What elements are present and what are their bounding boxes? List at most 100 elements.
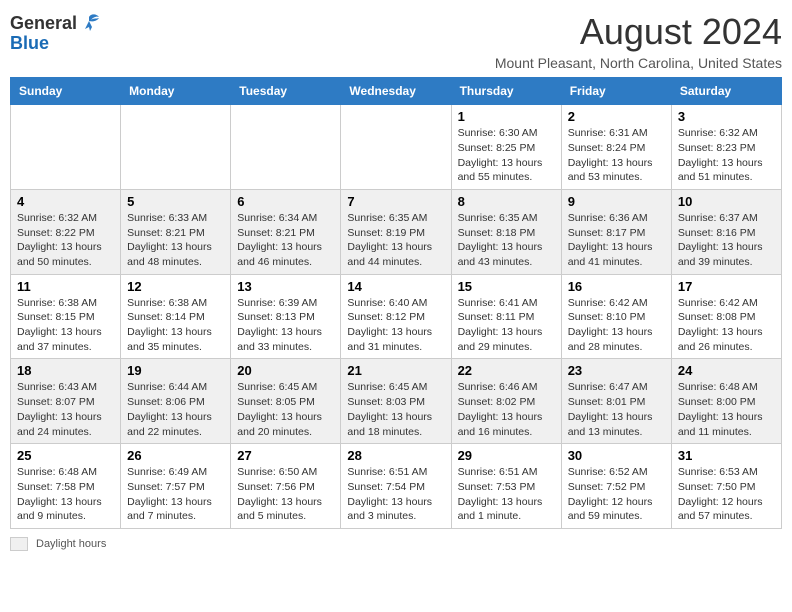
day-info-7: Sunrise: 6:35 AM Sunset: 8:19 PM Dayligh… [347,211,444,270]
day-number-14: 14 [347,279,444,294]
table-row: 5 Sunrise: 6:33 AM Sunset: 8:21 PM Daylig… [121,189,231,274]
day-info-1: Sunrise: 6:30 AM Sunset: 8:25 PM Dayligh… [458,126,555,185]
day-number-20: 20 [237,363,334,378]
day-number-11: 11 [17,279,114,294]
day-info-14: Sunrise: 6:40 AM Sunset: 8:12 PM Dayligh… [347,296,444,355]
day-info-24: Sunrise: 6:48 AM Sunset: 8:00 PM Dayligh… [678,380,775,439]
table-row: 1 Sunrise: 6:30 AM Sunset: 8:25 PM Daylig… [451,105,561,190]
calendar-table: Sunday Monday Tuesday Wednesday Thursday… [10,77,782,529]
day-number-8: 8 [458,194,555,209]
table-row: 24 Sunrise: 6:48 AM Sunset: 8:00 PM Dayli… [671,359,781,444]
day-info-12: Sunrise: 6:38 AM Sunset: 8:14 PM Dayligh… [127,296,224,355]
day-info-28: Sunrise: 6:51 AM Sunset: 7:54 PM Dayligh… [347,465,444,524]
table-row [341,105,451,190]
calendar-footer: Daylight hours [10,537,782,551]
day-number-6: 6 [237,194,334,209]
day-info-4: Sunrise: 6:32 AM Sunset: 8:22 PM Dayligh… [17,211,114,270]
day-info-27: Sunrise: 6:50 AM Sunset: 7:56 PM Dayligh… [237,465,334,524]
table-row [231,105,341,190]
month-title: August 2024 [495,10,782,53]
calendar-week-1: 1 Sunrise: 6:30 AM Sunset: 8:25 PM Daylig… [11,105,782,190]
table-row: 13 Sunrise: 6:39 AM Sunset: 8:13 PM Dayli… [231,274,341,359]
table-row: 10 Sunrise: 6:37 AM Sunset: 8:16 PM Dayli… [671,189,781,274]
day-number-24: 24 [678,363,775,378]
calendar-week-2: 4 Sunrise: 6:32 AM Sunset: 8:22 PM Daylig… [11,189,782,274]
day-info-3: Sunrise: 6:32 AM Sunset: 8:23 PM Dayligh… [678,126,775,185]
day-info-22: Sunrise: 6:46 AM Sunset: 8:02 PM Dayligh… [458,380,555,439]
table-row: 23 Sunrise: 6:47 AM Sunset: 8:01 PM Dayli… [561,359,671,444]
day-info-19: Sunrise: 6:44 AM Sunset: 8:06 PM Dayligh… [127,380,224,439]
table-row: 25 Sunrise: 6:48 AM Sunset: 7:58 PM Dayli… [11,444,121,529]
location-subtitle: Mount Pleasant, North Carolina, United S… [495,55,782,71]
logo-blue-text: Blue [10,34,49,54]
day-info-26: Sunrise: 6:49 AM Sunset: 7:57 PM Dayligh… [127,465,224,524]
table-row: 22Sunrise: 6:46 AM Sunset: 8:02 PM Dayli… [451,359,561,444]
day-info-23: Sunrise: 6:47 AM Sunset: 8:01 PM Dayligh… [568,380,665,439]
day-number-15: 15 [458,279,555,294]
table-row [121,105,231,190]
day-number-13: 13 [237,279,334,294]
table-row: 31 Sunrise: 6:53 AM Sunset: 7:50 PM Dayli… [671,444,781,529]
day-number-23: 23 [568,363,665,378]
day-number-21: 21 [347,363,444,378]
day-number-2: 2 [568,109,665,124]
title-section: August 2024 Mount Pleasant, North Caroli… [495,10,782,71]
day-info-16: Sunrise: 6:42 AM Sunset: 8:10 PM Dayligh… [568,296,665,355]
day-number-1: 1 [458,109,555,124]
day-number-9: 9 [568,194,665,209]
day-number-27: 27 [237,448,334,463]
day-number-31: 31 [678,448,775,463]
day-info-11: Sunrise: 6:38 AM Sunset: 8:15 PM Dayligh… [17,296,114,355]
logo-bird-icon [79,13,101,33]
day-number-16: 16 [568,279,665,294]
table-row: 18Sunrise: 6:43 AM Sunset: 8:07 PM Dayli… [11,359,121,444]
col-wednesday: Wednesday [341,78,451,105]
day-number-7: 7 [347,194,444,209]
day-info-5: Sunrise: 6:33 AM Sunset: 8:21 PM Dayligh… [127,211,224,270]
day-info-18: Sunrise: 6:43 AM Sunset: 8:07 PM Dayligh… [17,380,114,439]
table-row: 19 Sunrise: 6:44 AM Sunset: 8:06 PM Dayli… [121,359,231,444]
col-friday: Friday [561,78,671,105]
table-row: 3 Sunrise: 6:32 AM Sunset: 8:23 PM Daylig… [671,105,781,190]
table-row: 21 Sunrise: 6:45 AM Sunset: 8:03 PM Dayli… [341,359,451,444]
col-sunday: Sunday [11,78,121,105]
day-number-25: 25 [17,448,114,463]
day-number-12: 12 [127,279,224,294]
day-info-29: Sunrise: 6:51 AM Sunset: 7:53 PM Dayligh… [458,465,555,524]
table-row: 8Sunrise: 6:35 AM Sunset: 8:18 PM Daylig… [451,189,561,274]
day-info-10: Sunrise: 6:37 AM Sunset: 8:16 PM Dayligh… [678,211,775,270]
day-number-10: 10 [678,194,775,209]
day-info-6: Sunrise: 6:34 AM Sunset: 8:21 PM Dayligh… [237,211,334,270]
day-number-5: 5 [127,194,224,209]
table-row: 7 Sunrise: 6:35 AM Sunset: 8:19 PM Daylig… [341,189,451,274]
day-number-3: 3 [678,109,775,124]
day-info-21: Sunrise: 6:45 AM Sunset: 8:03 PM Dayligh… [347,380,444,439]
table-row: 12 Sunrise: 6:38 AM Sunset: 8:14 PM Dayli… [121,274,231,359]
table-row: 9Sunrise: 6:36 AM Sunset: 8:17 PM Daylig… [561,189,671,274]
col-thursday: Thursday [451,78,561,105]
table-row: 26 Sunrise: 6:49 AM Sunset: 7:57 PM Dayli… [121,444,231,529]
day-info-13: Sunrise: 6:39 AM Sunset: 8:13 PM Dayligh… [237,296,334,355]
table-row: 11 Sunrise: 6:38 AM Sunset: 8:15 PM Dayli… [11,274,121,359]
table-row: 15Sunrise: 6:41 AM Sunset: 8:11 PM Dayli… [451,274,561,359]
day-info-31: Sunrise: 6:53 AM Sunset: 7:50 PM Dayligh… [678,465,775,524]
day-number-4: 4 [17,194,114,209]
calendar-week-5: 25 Sunrise: 6:48 AM Sunset: 7:58 PM Dayli… [11,444,782,529]
day-info-25: Sunrise: 6:48 AM Sunset: 7:58 PM Dayligh… [17,465,114,524]
table-row: 30Sunrise: 6:52 AM Sunset: 7:52 PM Dayli… [561,444,671,529]
day-number-26: 26 [127,448,224,463]
table-row: 28Sunrise: 6:51 AM Sunset: 7:54 PM Dayli… [341,444,451,529]
table-row [11,105,121,190]
col-monday: Monday [121,78,231,105]
logo: General Blue [10,10,101,54]
table-row: 29Sunrise: 6:51 AM Sunset: 7:53 PM Dayli… [451,444,561,529]
table-row: 6 Sunrise: 6:34 AM Sunset: 8:21 PM Daylig… [231,189,341,274]
day-number-19: 19 [127,363,224,378]
table-row: 20 Sunrise: 6:45 AM Sunset: 8:05 PM Dayli… [231,359,341,444]
day-info-20: Sunrise: 6:45 AM Sunset: 8:05 PM Dayligh… [237,380,334,439]
daylight-legend-box [10,537,28,551]
day-number-17: 17 [678,279,775,294]
day-info-2: Sunrise: 6:31 AM Sunset: 8:24 PM Dayligh… [568,126,665,185]
day-number-30: 30 [568,448,665,463]
calendar-header-row: Sunday Monday Tuesday Wednesday Thursday… [11,78,782,105]
